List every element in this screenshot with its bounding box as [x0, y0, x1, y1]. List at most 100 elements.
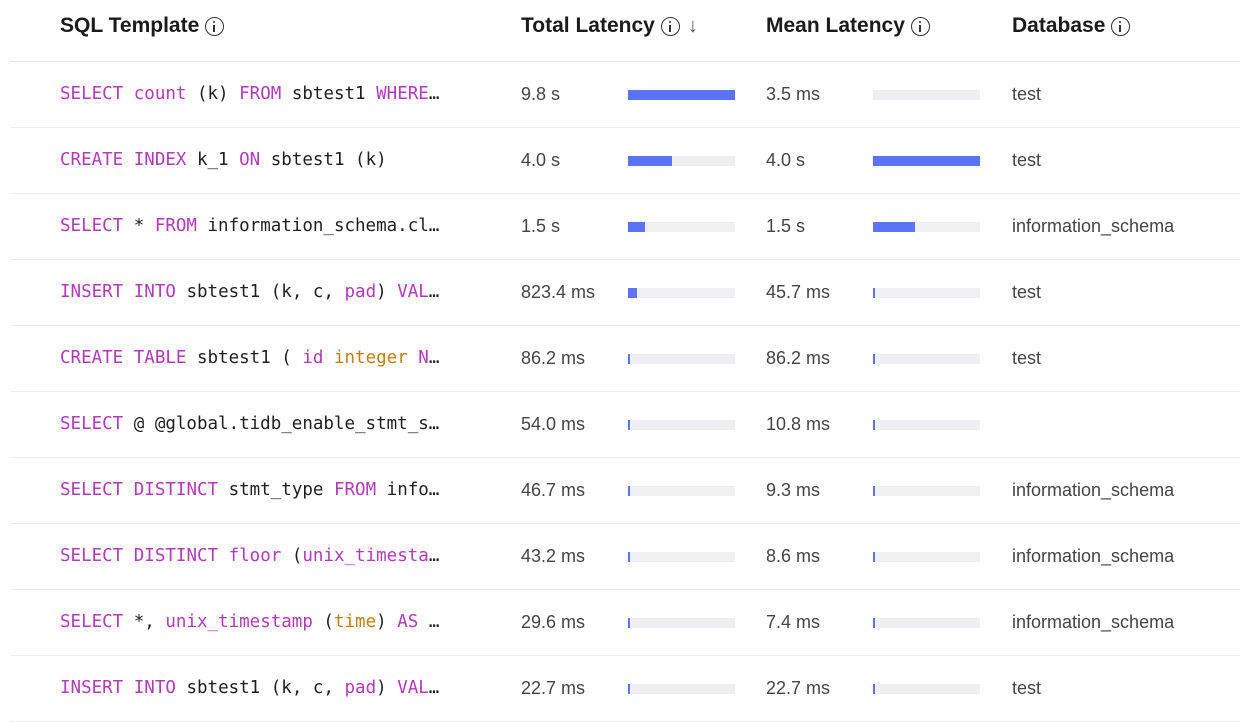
database-cell: information_schema: [1012, 216, 1175, 236]
mean-latency-value: 7.4 ms: [766, 612, 821, 632]
total-latency-value: 22.7 ms: [521, 678, 586, 698]
sql-token: sbtest1 (: [186, 348, 303, 368]
sql-token: sbtest1: [281, 84, 377, 104]
database-cell: test: [1012, 348, 1042, 368]
sql-token: FROM: [239, 84, 282, 104]
table-row[interactable]: SELECT @ @global.tidb_enable_stmt_s… 54.0…: [10, 392, 1240, 458]
total-latency-bar: [628, 552, 735, 562]
database-cell: test: [1012, 282, 1042, 302]
sql-token: DISTINCT: [133, 546, 219, 566]
table-row[interactable]: SELECT DISTINCT floor (unix_timesta… 43.2…: [10, 524, 1240, 590]
mean-latency-value: 9.3 ms: [766, 480, 821, 500]
mean-latency-value: 8.6 ms: [766, 546, 821, 566]
mean-latency-value: 1.5 s: [766, 216, 806, 236]
column-label-total-latency: Total Latency: [521, 14, 655, 37]
sql-template-cell[interactable]: SELECT count (k) FROM sbtest1 WHERE…: [60, 62, 500, 127]
sql-token: FROM: [154, 216, 197, 236]
sql-template-cell[interactable]: INSERT INTO sbtest1 (k, c, pad) VAL…: [60, 260, 500, 325]
column-header-mean-latency[interactable]: Mean Latency: [766, 14, 930, 38]
sql-token: sbtest1 (k, c,: [175, 282, 345, 302]
total-latency-bar: [628, 288, 735, 298]
mean-latency-bar: [873, 684, 980, 694]
table-row[interactable]: SELECT *, unix_timestamp (time) AS … 29.6…: [10, 590, 1240, 656]
total-latency-value: 29.6 ms: [521, 612, 586, 632]
total-latency-value: 54.0 ms: [521, 414, 586, 434]
mean-latency-bar: [873, 90, 980, 100]
table-row[interactable]: INSERT INTO sbtest1 (k, c, pad) VAL… 823.…: [10, 260, 1240, 326]
sql-token: …: [428, 546, 440, 566]
sql-token: id: [302, 348, 324, 368]
table-row[interactable]: SELECT count (k) FROM sbtest1 WHERE… 9.8 …: [10, 62, 1240, 128]
mean-latency-value: 10.8 ms: [766, 414, 831, 434]
sql-token: INDEX: [133, 150, 187, 170]
sql-token: INSERT: [60, 282, 124, 302]
table-row[interactable]: CREATE TABLE sbtest1 ( id integer N… 86.2…: [10, 326, 1240, 392]
database-cell: information_schema: [1012, 546, 1175, 566]
total-latency-value: 823.4 ms: [521, 282, 596, 302]
sql-template-cell[interactable]: INSERT INTO sbtest1 (k, c, pad) VAL…: [60, 656, 500, 721]
total-latency-bar-fill: [628, 156, 672, 166]
total-latency-bar: [628, 222, 735, 232]
sql-token: floor: [228, 546, 282, 566]
sql-template-cell[interactable]: SELECT DISTINCT floor (unix_timesta…: [60, 524, 500, 589]
info-icon[interactable]: [660, 16, 680, 36]
sql-template-cell[interactable]: CREATE TABLE sbtest1 ( id integer N…: [60, 326, 500, 391]
total-latency-bar-fill: [628, 90, 735, 100]
database-cell: test: [1012, 84, 1042, 104]
sql-token: …: [428, 678, 440, 698]
sql-token: SELECT: [60, 480, 124, 500]
sql-template-cell[interactable]: SELECT @ @global.tidb_enable_stmt_s…: [60, 392, 500, 457]
sql-token: …: [428, 348, 440, 368]
statements-table: SQL Template Total Latency ↓ Mean Latenc…: [0, 0, 1250, 722]
total-latency-value: 46.7 ms: [521, 480, 586, 500]
total-latency-bar: [628, 90, 735, 100]
sql-token: unix_timesta: [302, 546, 429, 566]
mean-latency-bar-fill: [873, 684, 875, 694]
column-label-database: Database: [1012, 14, 1106, 37]
column-label-sql-template: SQL Template: [60, 14, 200, 37]
table-row[interactable]: SELECT DISTINCT stmt_type FROM info… 46.7…: [10, 458, 1240, 524]
mean-latency-value: 3.5 ms: [766, 84, 821, 104]
table-row[interactable]: CREATE INDEX k_1 ON sbtest1 (k) 4.0 s 4.0 …: [10, 128, 1240, 194]
sql-template-cell[interactable]: CREATE INDEX k_1 ON sbtest1 (k): [60, 128, 500, 193]
mean-latency-bar: [873, 222, 980, 232]
sql-token: SELECT: [60, 414, 124, 434]
sql-token: pad: [344, 282, 377, 302]
sql-template-cell[interactable]: SELECT *, unix_timestamp (time) AS …: [60, 590, 500, 655]
sql-token: k_1: [186, 150, 240, 170]
total-latency-value: 9.8 s: [521, 84, 561, 104]
sql-token: AS: [397, 612, 419, 632]
column-header-total-latency[interactable]: Total Latency ↓: [521, 14, 698, 38]
table-row[interactable]: SELECT * FROM information_schema.cl… 1.5 …: [10, 194, 1240, 260]
sql-template-cell[interactable]: SELECT DISTINCT stmt_type FROM info…: [60, 458, 500, 523]
sql-token: information_schema.cl…: [196, 216, 440, 236]
sql-template-cell[interactable]: SELECT * FROM information_schema.cl…: [60, 194, 500, 259]
database-cell: test: [1012, 150, 1042, 170]
total-latency-bar-fill: [628, 552, 630, 562]
column-header-sql-template[interactable]: SQL Template: [60, 14, 225, 38]
total-latency-value: 43.2 ms: [521, 546, 586, 566]
mean-latency-bar: [873, 354, 980, 364]
table-row[interactable]: INSERT INTO sbtest1 (k, c, pad) VAL… 22.7…: [10, 656, 1240, 722]
database-cell: information_schema: [1012, 480, 1175, 500]
sql-token: @ @global.tidb_enable_stmt_s…: [123, 414, 440, 434]
sql-token: WHERE: [376, 84, 429, 104]
sql-token: info…: [376, 480, 440, 500]
info-icon[interactable]: [1111, 16, 1131, 36]
info-icon[interactable]: [910, 16, 930, 36]
info-icon[interactable]: [205, 16, 225, 36]
mean-latency-bar-fill: [873, 222, 915, 232]
total-latency-bar-fill: [628, 222, 645, 232]
sql-token: time: [333, 612, 377, 632]
total-latency-bar: [628, 684, 735, 694]
sql-token: FROM: [333, 480, 377, 500]
sort-descending-icon[interactable]: ↓: [688, 16, 698, 36]
column-header-database[interactable]: Database: [1012, 14, 1131, 38]
total-latency-value: 1.5 s: [521, 216, 561, 236]
total-latency-bar-fill: [628, 618, 630, 628]
